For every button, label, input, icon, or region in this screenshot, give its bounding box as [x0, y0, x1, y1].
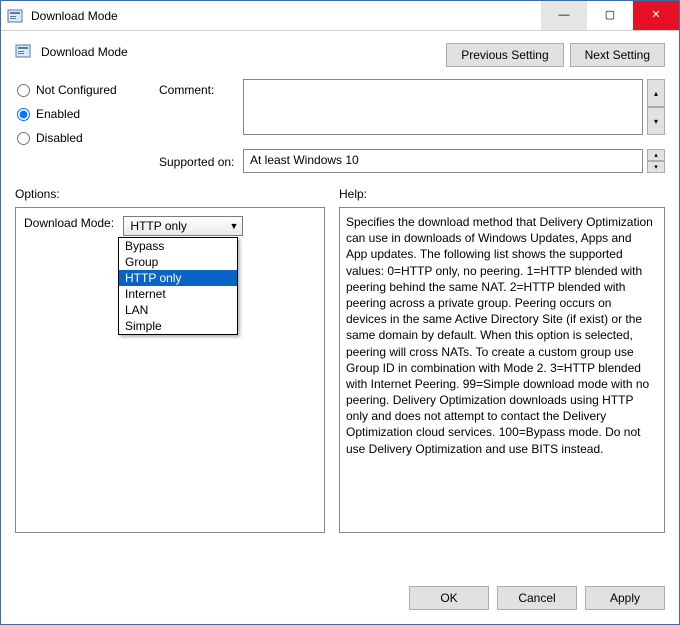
minimize-button[interactable]: — — [541, 1, 587, 30]
apply-button[interactable]: Apply — [585, 586, 665, 610]
chevron-down-icon: ▼ — [229, 221, 238, 231]
supported-label: Supported on: — [159, 149, 239, 173]
supported-field: At least Windows 10 — [243, 149, 643, 173]
previous-setting-button[interactable]: Previous Setting — [446, 43, 563, 67]
comment-scroll-down[interactable]: ▾ — [647, 107, 665, 135]
help-pane: Specifies the download method that Deliv… — [339, 207, 665, 533]
dialog-buttons: OK Cancel Apply — [1, 574, 679, 624]
comment-field[interactable] — [243, 79, 643, 135]
supported-scroll-up[interactable]: ▴ — [647, 149, 665, 161]
download-mode-select[interactable]: HTTP only ▼ — [123, 216, 243, 236]
dropdown-option[interactable]: Bypass — [119, 238, 237, 254]
help-header: Help: — [339, 187, 665, 207]
policy-window: Download Mode — ▢ ✕ Download Mode Previo… — [0, 0, 680, 625]
next-setting-button[interactable]: Next Setting — [570, 43, 665, 67]
page-title: Download Mode — [41, 43, 446, 59]
comment-scroll-up[interactable]: ▴ — [647, 79, 665, 107]
close-button[interactable]: ✕ — [633, 1, 679, 30]
window-title: Download Mode — [29, 1, 541, 30]
dropdown-option[interactable]: LAN — [119, 302, 237, 318]
download-mode-selected: HTTP only — [130, 219, 186, 233]
page-icon — [15, 43, 35, 63]
dropdown-option[interactable]: Group — [119, 254, 237, 270]
radio-label: Disabled — [36, 131, 83, 145]
ok-button[interactable]: OK — [409, 586, 489, 610]
options-header: Options: — [15, 187, 325, 207]
policy-icon — [15, 43, 31, 59]
download-mode-label: Download Mode: — [24, 216, 114, 230]
dropdown-option[interactable]: HTTP only — [119, 270, 237, 286]
radio-label: Not Configured — [36, 83, 117, 97]
radio-disabled[interactable]: Disabled — [17, 131, 155, 145]
radio-label: Enabled — [36, 107, 80, 121]
radio-not-configured[interactable]: Not Configured — [17, 83, 155, 97]
dropdown-option[interactable]: Internet — [119, 286, 237, 302]
config-area: Not Configured Enabled Disabled Comment:… — [1, 75, 679, 173]
maximize-button[interactable]: ▢ — [587, 1, 633, 30]
titlebar: Download Mode — ▢ ✕ — [1, 1, 679, 31]
policy-icon — [7, 8, 23, 24]
supported-scroll-down[interactable]: ▾ — [647, 161, 665, 173]
options-pane: Download Mode: HTTP only ▼ Bypass Group … — [15, 207, 325, 533]
cancel-button[interactable]: Cancel — [497, 586, 577, 610]
app-icon — [1, 1, 29, 30]
download-mode-dropdown[interactable]: Bypass Group HTTP only Internet LAN Simp… — [118, 237, 238, 335]
radio-enabled[interactable]: Enabled — [17, 107, 155, 121]
comment-label: Comment: — [159, 79, 239, 145]
dropdown-option[interactable]: Simple — [119, 318, 237, 334]
header-row: Download Mode Previous Setting Next Sett… — [1, 31, 679, 75]
